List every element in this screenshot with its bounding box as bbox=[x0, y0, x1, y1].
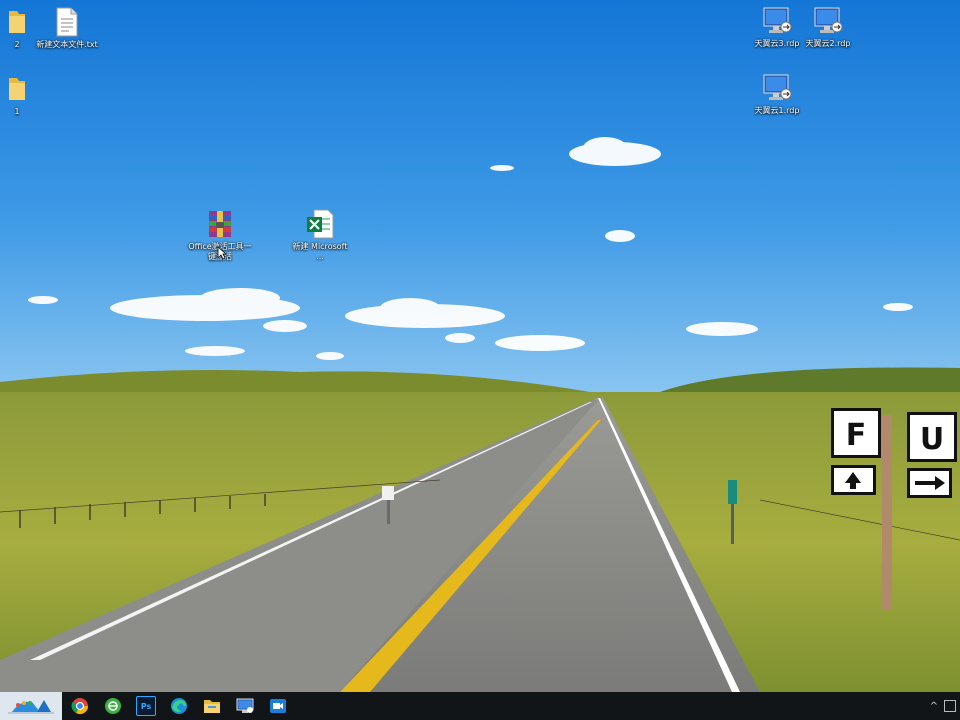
excel-file-icon bbox=[304, 208, 336, 240]
desktop-icon-new-excel[interactable]: 新建 Microsoft ... bbox=[288, 208, 352, 262]
desktop-icon-new-text-file[interactable]: 新建文本文件.txt bbox=[35, 6, 99, 50]
chrome-button[interactable] bbox=[65, 692, 95, 720]
road-sign-right: U bbox=[920, 422, 944, 457]
desktop-icon-label: 2 bbox=[14, 40, 20, 49]
road-sign-left: F bbox=[846, 418, 867, 453]
desktop-icon-label: 1 bbox=[14, 107, 20, 116]
photoshop-icon: Ps bbox=[136, 696, 156, 716]
desktop-icon-rdp-2[interactable]: 天翼云2.rdp bbox=[796, 5, 860, 49]
green-circle-app-icon bbox=[105, 698, 121, 714]
edge-icon bbox=[171, 698, 187, 714]
video-camera-icon bbox=[270, 699, 286, 713]
screen-recorder-button[interactable] bbox=[263, 692, 293, 720]
start-logo-icon bbox=[8, 700, 54, 714]
edge-button[interactable] bbox=[164, 692, 194, 720]
remote-desktop-button[interactable] bbox=[230, 692, 260, 720]
folder-icon bbox=[1, 6, 33, 38]
show-hidden-icons-chevron-icon[interactable]: ^ bbox=[930, 701, 938, 712]
desktop-icon-label: 新建 Microsoft ... bbox=[292, 242, 348, 261]
desktop-icon-rdp-1[interactable]: 天翼云1.rdp bbox=[745, 72, 809, 116]
wallpaper: F U bbox=[0, 0, 960, 692]
mouse-cursor bbox=[217, 246, 227, 260]
green-app-button[interactable] bbox=[98, 692, 128, 720]
tray-app-icon[interactable] bbox=[944, 700, 956, 712]
file-explorer-button[interactable] bbox=[197, 692, 227, 720]
desktop-icon-folder-1[interactable]: 1 bbox=[0, 73, 49, 117]
desktop-icon-label: 新建文本文件.txt bbox=[36, 40, 98, 49]
desktop-icon-label: 天翼云1.rdp bbox=[754, 106, 800, 115]
remote-desktop-icon bbox=[236, 698, 254, 713]
folder-icon bbox=[204, 700, 220, 713]
remote-desktop-icon bbox=[761, 72, 793, 104]
start-button[interactable] bbox=[0, 692, 62, 720]
taskbar: Ps ^ bbox=[0, 692, 960, 720]
text-file-icon bbox=[51, 6, 83, 38]
remote-desktop-icon bbox=[812, 5, 844, 37]
folder-icon bbox=[1, 73, 33, 105]
desktop: F U 2 新建文本文件.txt 1 天翼云3.rdp 天翼云2.rdp 天翼云… bbox=[0, 0, 960, 692]
winrar-archive-icon bbox=[204, 208, 236, 240]
desktop-icon-label: 天翼云2.rdp bbox=[805, 39, 851, 48]
desktop-icon-label: 天翼云3.rdp bbox=[754, 39, 800, 48]
system-tray: ^ bbox=[930, 692, 960, 720]
photoshop-label: Ps bbox=[140, 701, 152, 711]
photoshop-button[interactable]: Ps bbox=[131, 692, 161, 720]
remote-desktop-icon bbox=[761, 5, 793, 37]
chrome-icon bbox=[71, 698, 89, 715]
